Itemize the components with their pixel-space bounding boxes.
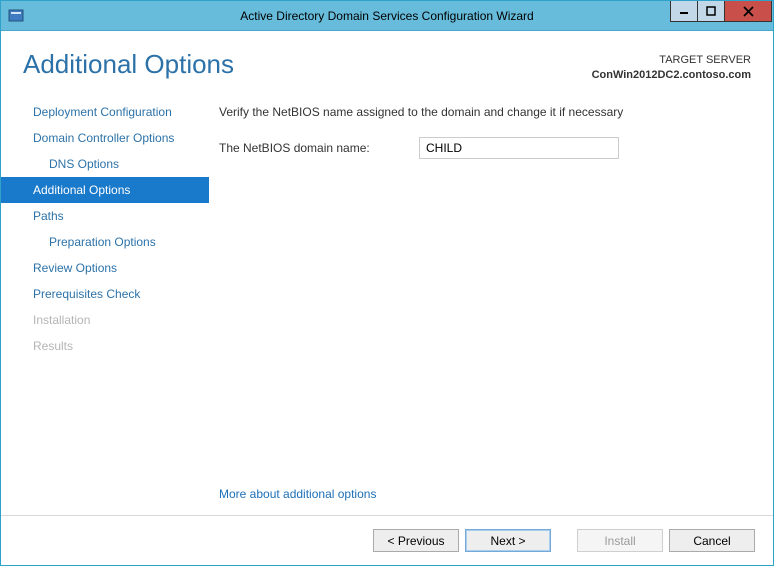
close-button[interactable]	[724, 1, 772, 22]
instruction-text: Verify the NetBIOS name assigned to the …	[219, 105, 751, 119]
cancel-button[interactable]: Cancel	[669, 529, 755, 552]
content-row: Deployment ConfigurationDomain Controlle…	[1, 91, 773, 515]
netbios-field-row: The NetBIOS domain name:	[219, 137, 751, 159]
previous-button[interactable]: < Previous	[373, 529, 459, 552]
window-title: Active Directory Domain Services Configu…	[1, 9, 773, 23]
sidebar-item-domain-controller-options[interactable]: Domain Controller Options	[1, 125, 209, 151]
more-about-link[interactable]: More about additional options	[219, 487, 376, 501]
page-heading: Additional Options	[23, 49, 234, 80]
netbios-input[interactable]	[419, 137, 619, 159]
body-area: Additional Options TARGET SERVER ConWin2…	[1, 31, 773, 565]
wizard-sidebar: Deployment ConfigurationDomain Controlle…	[1, 91, 209, 515]
maximize-button[interactable]	[697, 1, 725, 22]
target-server-label: TARGET SERVER	[592, 53, 751, 68]
sidebar-item-installation: Installation	[1, 307, 209, 333]
sidebar-item-paths[interactable]: Paths	[1, 203, 209, 229]
netbios-label: The NetBIOS domain name:	[219, 141, 419, 155]
sidebar-item-results: Results	[1, 333, 209, 359]
titlebar: Active Directory Domain Services Configu…	[1, 1, 773, 31]
target-server-block: TARGET SERVER ConWin2012DC2.contoso.com	[592, 49, 751, 83]
footer: < Previous Next > Install Cancel	[1, 515, 773, 565]
minimize-button[interactable]	[670, 1, 698, 22]
sidebar-item-deployment-configuration[interactable]: Deployment Configuration	[1, 99, 209, 125]
app-icon	[8, 8, 24, 24]
header-row: Additional Options TARGET SERVER ConWin2…	[1, 31, 773, 91]
window-controls	[671, 1, 773, 22]
sidebar-item-preparation-options[interactable]: Preparation Options	[1, 229, 209, 255]
wizard-window: Active Directory Domain Services Configu…	[0, 0, 774, 566]
sidebar-item-review-options[interactable]: Review Options	[1, 255, 209, 281]
next-button[interactable]: Next >	[465, 529, 551, 552]
install-button: Install	[577, 529, 663, 552]
target-server-host: ConWin2012DC2.contoso.com	[592, 68, 751, 83]
sidebar-item-dns-options[interactable]: DNS Options	[1, 151, 209, 177]
sidebar-item-additional-options[interactable]: Additional Options	[1, 177, 209, 203]
content-panel: Verify the NetBIOS name assigned to the …	[209, 91, 773, 515]
sidebar-item-prerequisites-check[interactable]: Prerequisites Check	[1, 281, 209, 307]
